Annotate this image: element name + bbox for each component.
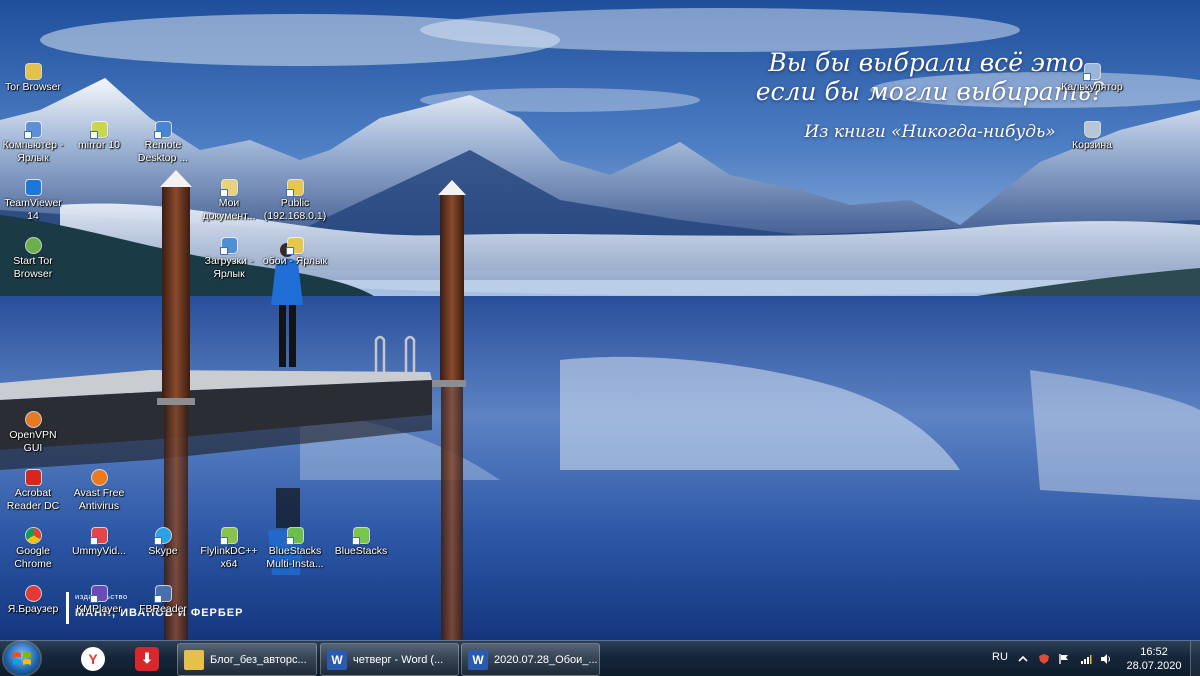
desktop-icon-label: Tor Browser <box>4 81 61 93</box>
desktop-icon-label: TeamViewer 14 <box>4 197 62 222</box>
tor-globe-icon <box>25 238 41 253</box>
start-button[interactable] <box>4 642 40 675</box>
desktop-icon-label: BlueStacks <box>334 545 388 557</box>
desktop-icon-skype[interactable]: Skype <box>130 528 196 558</box>
remote-desktop-icon <box>153 122 171 139</box>
recycle-bin-icon <box>1084 122 1100 137</box>
windows-logo-icon <box>13 652 31 665</box>
desktop-icon-downloads-shortcut[interactable]: Загрузки - Ярлык <box>196 238 262 281</box>
desktop-icon-ummy-video[interactable]: UmmyVid... <box>66 528 132 558</box>
task-word-wallpapers[interactable]: W 2020.07.28_Обои_... <box>461 643 600 676</box>
avast-icon <box>91 470 107 485</box>
teamviewer-icon <box>25 180 41 195</box>
desktop-icon-fbreader[interactable]: FBReader <box>130 586 196 616</box>
kmplayer-icon <box>89 586 107 603</box>
desktop-icon-label: Загрузки - Ярлык <box>204 255 254 280</box>
desktop-icon-label: Корзина <box>1072 139 1112 151</box>
desktop-icon-label: OpenVPN GUI <box>9 429 57 454</box>
desktop-icon-label: обои - Ярлык <box>262 255 328 267</box>
desktop-icon-label: BlueStacks Multi-Insta... <box>266 545 324 570</box>
desktop-icon-label: KMPlayer <box>76 603 122 615</box>
language-indicator[interactable]: RU <box>992 651 1008 663</box>
onion-folder-icon <box>25 64 41 79</box>
desktop-icon-bluestacks[interactable]: BlueStacks <box>328 528 394 558</box>
pinned-download-manager[interactable]: ⬇ <box>122 644 172 673</box>
calculator-icon <box>1082 64 1100 81</box>
clock-date: 28.07.2020 <box>1126 660 1182 672</box>
desktop-icon-label: Remote Desktop ... <box>137 139 189 164</box>
desktop-icon-label: Acrobat Reader DC <box>6 487 60 512</box>
ummy-icon <box>89 528 107 545</box>
bluestacks-icon <box>351 528 369 545</box>
desktop-icon-bluestacks-multi[interactable]: BlueStacks Multi-Insta... <box>262 528 328 571</box>
desktop-icon-start-tor-browser[interactable]: Start Tor Browser <box>0 238 66 281</box>
desktop-icon-recycle-bin[interactable]: Корзина <box>1054 122 1130 152</box>
desktop-icon-tor-browser[interactable]: Tor Browser <box>0 64 66 94</box>
action-center-flag-icon[interactable] <box>1058 653 1070 665</box>
desktop-icon-label: mirror 10 <box>77 139 120 151</box>
desktop-icon-teamviewer[interactable]: TeamViewer 14 <box>0 180 66 223</box>
documents-icon <box>219 180 237 197</box>
desktop-icon-flylinkdc[interactable]: FlylinkDC++ x64 <box>196 528 262 571</box>
desktop[interactable]: Вы бы выбрали всё это, если бы могли выб… <box>0 0 1200 640</box>
folder-icon <box>184 649 204 670</box>
desktop-icon-kmplayer[interactable]: KMPlayer <box>66 586 132 616</box>
network-folder-icon <box>285 180 303 197</box>
desktop-icon-label: Компьютер - Ярлык <box>2 139 64 164</box>
yandex-browser-icon <box>25 586 41 601</box>
clock-time: 16:52 <box>1140 646 1168 658</box>
desktop-icon-acrobat-reader[interactable]: Acrobat Reader DC <box>0 470 66 513</box>
download-arrow-icon: ⬇ <box>135 646 159 671</box>
desktop-icon-mirror[interactable]: mirror 10 <box>66 122 132 152</box>
word-icon: W <box>468 649 488 670</box>
flylink-icon <box>219 528 237 545</box>
desktop-icon-wallpapers-shortcut[interactable]: обои - Ярлык <box>262 238 328 268</box>
mirror-icon <box>89 122 107 139</box>
desktop-icon-google-chrome[interactable]: Google Chrome <box>0 528 66 571</box>
desktop-icon-yandex-browser[interactable]: Я.Браузер <box>0 586 66 616</box>
task-label: 2020.07.28_Обои_... <box>494 653 598 666</box>
desktop-icon-label: Мои документ... <box>202 197 256 222</box>
openvpn-icon <box>25 412 41 427</box>
desktop-icon-computer-shortcut[interactable]: Компьютер - Ярлык <box>0 122 66 165</box>
desktop-icon-label: Google Chrome <box>14 545 52 570</box>
desktop-icon-openvpn[interactable]: OpenVPN GUI <box>0 412 66 455</box>
word-icon: W <box>327 649 347 670</box>
task-explorer-folder[interactable]: Блог_без_авторс... <box>177 643 317 676</box>
desktop-icon-remote-desktop[interactable]: Remote Desktop ... <box>130 122 196 165</box>
wallpaper-folder-icon <box>285 238 303 255</box>
desktop-icon-label: Калькулятор <box>1061 81 1123 93</box>
desktop-icon-label: FBReader <box>139 603 187 615</box>
desktop-icon-label: FlylinkDC++ x64 <box>200 545 258 570</box>
show-desktop-button[interactable] <box>1190 641 1200 676</box>
desktop-icon-label: Skype <box>148 545 178 557</box>
yandex-browser-icon: Y <box>81 646 105 671</box>
desktop-icon-label: UmmyVid... <box>71 545 127 557</box>
show-hidden-icons-icon[interactable] <box>1017 653 1029 665</box>
clock[interactable]: 16:52 28.07.2020 <box>1124 645 1184 673</box>
task-word-thursday[interactable]: W четверг - Word (... <box>320 643 459 676</box>
volume-speaker-icon[interactable] <box>1100 653 1112 665</box>
security-shield-icon[interactable] <box>1038 653 1050 665</box>
skype-icon <box>153 528 171 545</box>
computer-icon <box>23 122 41 139</box>
task-label: четверг - Word (... <box>353 653 444 666</box>
acrobat-icon <box>25 470 41 485</box>
desktop-icon-avast[interactable]: Avast Free Antivirus <box>66 470 132 513</box>
desktop-icon-public-share[interactable]: Public (192.168.0.1) <box>262 180 328 223</box>
downloads-icon <box>219 238 237 255</box>
pinned-yandex-browser[interactable]: Y <box>68 644 118 673</box>
task-label: Блог_без_авторс... <box>210 653 307 666</box>
desktop-icon-label: Avast Free Antivirus <box>73 487 125 512</box>
network-signal-icon[interactable] <box>1080 653 1092 665</box>
fbreader-icon <box>153 586 171 603</box>
desktop-icon-label: Start Tor Browser <box>13 255 53 280</box>
desktop-icon-my-documents[interactable]: Мои документ... <box>196 180 262 223</box>
desktop-icon-calculator[interactable]: Калькулятор <box>1054 64 1130 94</box>
taskbar: Y ⬇ Блог_без_авторс... W четверг - Word … <box>0 640 1200 676</box>
desktop-icon-label: Я.Браузер <box>7 603 59 615</box>
chrome-icon <box>25 528 41 543</box>
desktop-icon-label: Public (192.168.0.1) <box>263 197 327 222</box>
bluestacks-multi-icon <box>285 528 303 545</box>
